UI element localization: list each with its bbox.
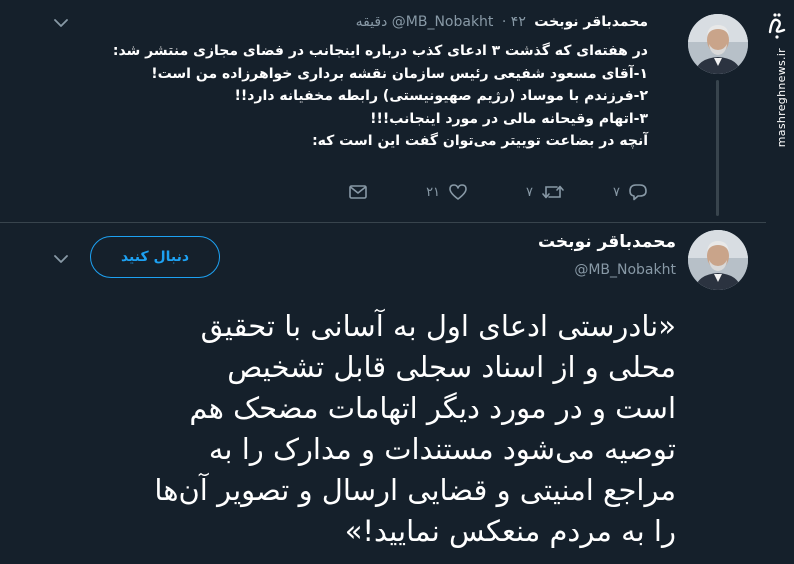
author-name[interactable]: محمدباقر نوبخت [538,232,676,252]
retweet-button[interactable]: ۷ [526,183,565,201]
avatar[interactable] [688,14,748,74]
tweet-line: ۳-اتهام وقیحانه مالی در مورد اینجانب!!! [370,110,648,127]
like-icon [449,184,467,200]
reply-tweet-text: در هفته‌ای که گذشت ۳ ادعای کذب درباره ای… [38,40,648,153]
author-handle[interactable]: @MB_Nobakht [574,262,676,278]
watermark-logo [768,10,788,50]
retweet-count: ۷ [526,184,534,200]
tweet-line: را به مردم منعکس نمایید!» [344,514,676,548]
retweet-icon [542,185,564,199]
reply-tweet[interactable]: محمدباقر نوبخت @MB_Nobakht · ۴۲ دقیقه در… [0,0,766,222]
thread-line [716,80,719,216]
tweet-line: توصیه می‌شود مستندات و مدارک را به [208,432,676,466]
watermark-site: mashreghnews.ir [775,48,788,148]
tweet-line: ۱-آقای مسعود شفیعی رئیس سازمان نقشه بردا… [151,65,648,82]
like-count: ۲۱ [426,184,441,200]
reply-icon [629,184,647,201]
like-button[interactable]: ۲۱ [426,183,468,201]
direct-message-button[interactable] [348,184,368,200]
divider [0,222,766,223]
tweet-actions: ۷ ۷ ۲۱ [128,180,648,204]
reply-button[interactable]: ۷ [613,183,648,201]
tweet-line: مراجع امنیتی و قضایی ارسال و تصویر آن‌ها [154,473,676,507]
tweet-line: در هفته‌ای که گذشت ۳ ادعای کذب درباره ای… [112,43,648,59]
tweet-line: محلی و از اسناد سجلی قابل تشخیص [227,350,676,384]
watermark: mashreghnews.ir [766,0,794,564]
tweet-line: «نادرستی ادعای اول به آسانی با تحقیق [200,309,676,343]
tweet-line: ۲-فرزندم با موساد (رژیم صهیونیستی) رابطه… [234,88,649,104]
message-icon [349,185,367,199]
author-name[interactable]: محمدباقر نوبخت [534,14,648,30]
tweet-line: آنچه در بضاعت توییتر می‌توان گفت این است… [312,133,648,149]
avatar[interactable] [688,230,748,290]
page: mashreghnews.ir محمدباقر نوبخت @MB_Nobak… [0,0,794,564]
main-tweet-text: «نادرستی ادعای اول به آسانی با تحقیق محل… [36,306,676,552]
avatar-portrait-icon [688,230,748,290]
reply-count: ۷ [613,184,620,200]
avatar-portrait-icon [688,14,748,74]
chevron-down-icon[interactable] [54,18,68,28]
tweet-line: است و در مورد دیگر اتهامات مضحک هم [189,391,676,425]
reply-tweet-header: محمدباقر نوبخت @MB_Nobakht · ۴۲ دقیقه [88,14,648,30]
author-handle[interactable]: @MB_Nobakht [392,14,494,30]
watermark-logo-icon [768,13,786,39]
chevron-down-icon[interactable] [54,254,68,264]
follow-button[interactable]: دنبال کنید [90,236,220,278]
